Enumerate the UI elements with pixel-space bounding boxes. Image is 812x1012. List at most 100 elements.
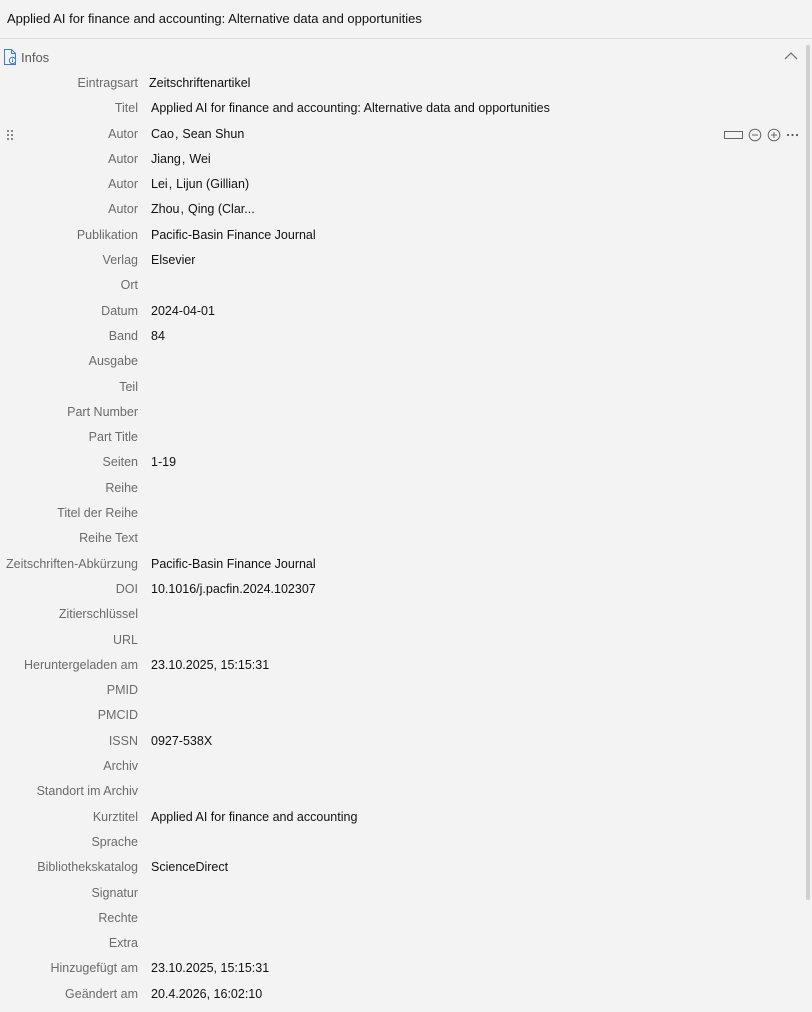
field-row-pmcid: PMCID [0,703,806,728]
issn-field[interactable]: 0927-538X [151,734,212,748]
item-type-select[interactable]: Zeitschriftenartikel [149,76,250,90]
library-catalog-field[interactable]: ScienceDirect [151,860,228,874]
journal-abbr-field[interactable]: Pacific-Basin Finance Journal [151,557,316,571]
accessed-field[interactable]: 23.10.2025, 15:15:31 [151,658,269,672]
doi-field[interactable]: 10.1016/j.pacfin.2024.102307 [151,582,316,596]
field-label: Extra [108,936,138,951]
field-row-url: URL [0,628,806,653]
field-label: ISSN [108,733,138,748]
field-row-series-title: Titel der Reihe [0,501,806,526]
field-label: Kurztitel [92,809,138,824]
field-label: Titel [114,101,138,116]
creator-first-name[interactable]: Sean Shun [182,127,244,141]
field-label: Rechte [98,910,138,925]
creator-type-label[interactable]: Autor [108,177,138,191]
item-pane-header: Applied AI for finance and accounting: A… [0,0,812,39]
creator-actions [724,128,799,142]
field-row-short-title: Kurztitel Applied AI for finance and acco… [0,805,806,830]
field-label: Zeitschriften-Abkürzung [5,556,138,571]
vertical-scrollbar[interactable] [806,45,810,900]
field-row-extra: Extra [0,931,806,956]
creator-first-name[interactable]: Qing (Clar... [188,202,255,216]
field-label: Verlag [102,253,138,268]
field-row-part-number: Part Number [0,400,806,425]
field-row-date-added: Hinzugefügt am 23.10.2025, 15:15:31 [0,956,806,981]
field-row-library-catalog: Bibliothekskatalog ScienceDirect [0,855,806,880]
title-field[interactable]: Applied AI for finance and accounting: A… [151,101,550,115]
field-label: Datum [101,303,138,318]
field-label: Band [108,328,138,343]
info-section-header[interactable]: Infos [0,44,812,70]
publisher-field[interactable]: Elsevier [151,253,195,267]
short-title-field[interactable]: Applied AI for finance and accounting [151,810,357,824]
item-title-header[interactable]: Applied AI for finance and accounting: A… [7,11,422,26]
field-label: Ort [120,278,138,293]
field-label: Hinzugefügt am [50,961,138,976]
creator-type-label[interactable]: Autor [108,152,138,166]
field-row-pages: Seiten 1-19 [0,450,806,475]
creator-first-name[interactable]: Wei [189,152,210,166]
field-label: Signatur [91,885,138,900]
creator-row: Autor Jiang, Wei [108,151,211,166]
field-row-pmid: PMID [0,678,806,703]
field-row-call-number: Signatur [0,881,806,906]
remove-creator-icon[interactable] [748,128,762,142]
field-row-publication: Publikation Pacific-Basin Finance Journal [0,223,806,248]
field-label: Reihe [105,480,138,495]
field-label: Seiten [102,455,138,470]
field-row-date: Datum 2024-04-01 [0,299,806,324]
creator-last-name[interactable]: Zhou [151,202,180,216]
field-row-archive: Archiv [0,754,806,779]
field-row-citation-key: Zitierschlüssel [0,602,806,627]
field-label: PMCID [97,708,138,723]
creator-last-name[interactable]: Jiang [151,152,181,166]
date-added-value: 23.10.2025, 15:15:31 [151,961,270,976]
date-field[interactable]: 2024-04-01 [151,304,215,318]
volume-field[interactable]: 84 [151,329,165,343]
field-row-place: Ort [0,273,806,298]
field-label: Geändert am [65,986,138,1001]
creator-last-name[interactable]: Lei [151,177,168,191]
field-label: Teil [119,379,138,394]
more-options-icon[interactable] [786,128,799,142]
field-row-language: Sprache [0,830,806,855]
field-row-doi: DOI 10.1016/j.pacfin.2024.102307 [0,577,806,602]
field-label: Standort im Archiv [36,784,138,799]
creator-type-label[interactable]: Autor [108,127,138,141]
field-label: Titel der Reihe [57,506,138,521]
drag-handle-icon[interactable] [6,129,14,141]
field-label: Eintragsart [77,76,138,90]
field-row-volume: Band 84 [0,324,806,349]
creator-last-name[interactable]: Cao [151,127,174,141]
info-fields: Eintragsart Zeitschriftenartikel Titel A… [0,71,806,1007]
creator-row: Autor Cao, Sean Shun [0,122,806,147]
field-label: Bibliothekskatalog [37,860,138,875]
field-label: Sprache [91,834,138,849]
field-label: DOI [115,581,138,596]
field-row-series: Reihe [0,476,806,501]
field-label: PMID [106,683,138,698]
field-row-archive-location: Standort im Archiv [0,779,806,804]
field-row-issn: ISSN 0927-538X [0,729,806,754]
field-row-part-title: Part Title [0,425,806,450]
add-creator-icon[interactable] [767,128,781,142]
creator-row: Autor Zhou, Qing (Clar... [108,202,255,217]
creator-type-label[interactable]: Autor [108,202,138,216]
creator-first-name[interactable]: Lijun (Gillian) [176,177,249,191]
field-label: Reihe Text [79,531,138,546]
field-row-publisher: Verlag Elsevier [0,248,806,273]
switch-field-mode-icon[interactable] [724,130,743,140]
field-row-issue: Ausgabe [0,349,806,374]
pages-field[interactable]: 1-19 [151,455,176,469]
document-info-icon [4,49,17,65]
date-modified-value: 20.4.2026, 16:02:10 [151,986,263,1001]
chevron-up-icon[interactable] [784,51,798,61]
field-label: Publikation [76,227,138,242]
field-row-part: Teil [0,375,806,400]
publication-field[interactable]: Pacific-Basin Finance Journal [151,228,316,242]
field-label: Part Number [67,404,138,419]
field-label: Archiv [103,759,138,774]
field-label: Part Title [88,430,138,445]
field-row-title: Titel Applied AI for finance and account… [0,96,806,121]
field-label: Zitierschlüssel [58,607,138,622]
